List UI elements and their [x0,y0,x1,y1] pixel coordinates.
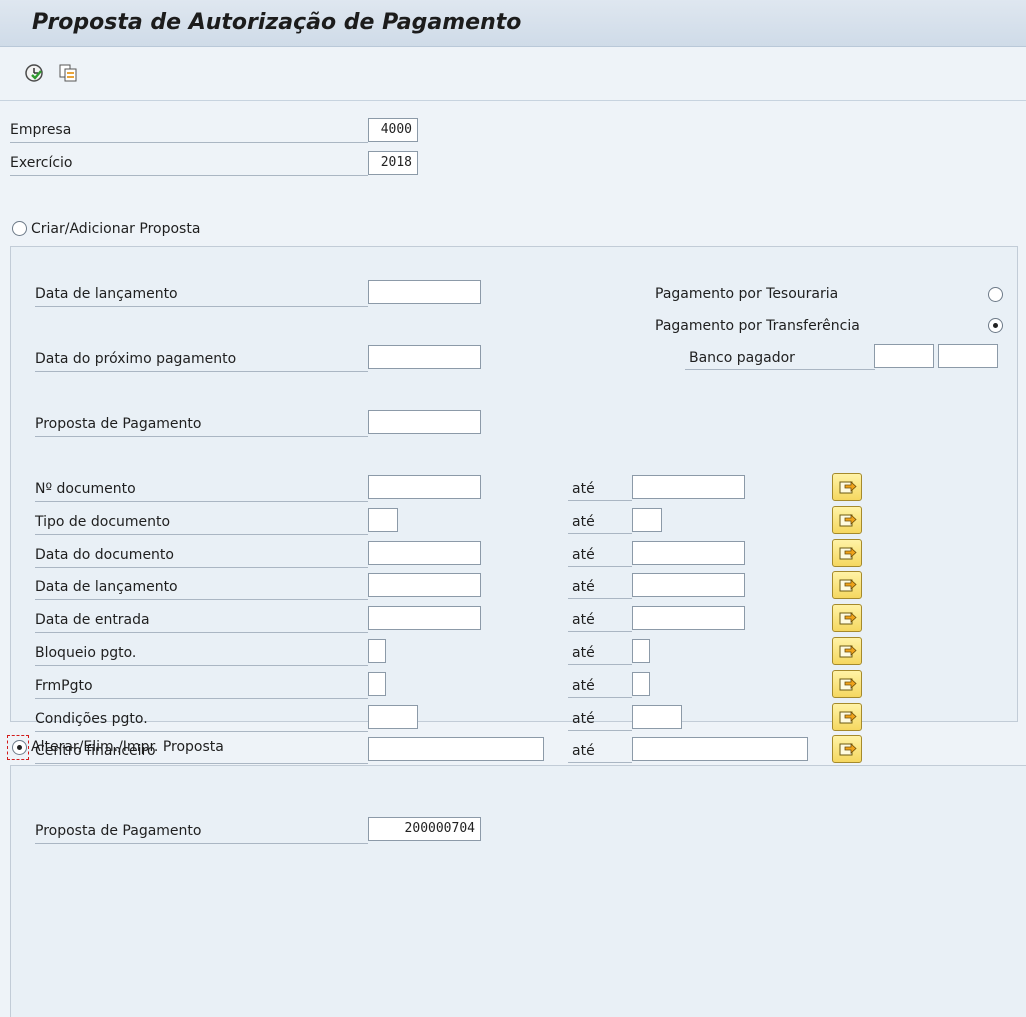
change-proposta-pagamento-label: Proposta de Pagamento [35,819,368,844]
row-ate-label-6: até [568,674,632,698]
empresa-field[interactable]: 4000 [368,118,418,142]
multiple-selection-button-0[interactable] [832,473,862,501]
multiple-selection-button-6[interactable] [832,670,862,698]
multiple-selection-button-8[interactable] [832,735,862,763]
row-ate-label-8: até [568,739,632,763]
multiple-selection-button-2[interactable] [832,539,862,567]
row-ate-label-3: até [568,575,632,599]
row-ate-label-2: até [568,543,632,567]
multiple-selection-button-3[interactable] [832,571,862,599]
row-from-field-3[interactable] [368,573,481,597]
row-to-field-2[interactable] [632,541,745,565]
toolbar [0,47,1026,101]
banco-pagador-field-2[interactable] [938,344,998,368]
execute-clock-icon[interactable] [24,63,44,83]
row-to-field-8[interactable] [632,737,808,761]
row-from-field-7[interactable] [368,705,418,729]
row-label-4: Data de entrada [35,608,368,633]
change-proposta-pagamento-field[interactable]: 200000704 [368,817,481,841]
row-label-3: Data de lançamento [35,575,368,600]
pagamento-transferencia-label: Pagamento por Transferência [655,318,860,334]
row-to-field-6[interactable] [632,672,650,696]
row-ate-label-0: até [568,477,632,501]
row-label-2: Data do documento [35,543,368,568]
data-proximo-pagamento-label: Data do próximo pagamento [35,347,368,372]
row-to-field-0[interactable] [632,475,745,499]
row-to-field-7[interactable] [632,705,682,729]
pagamento-tesouraria-label: Pagamento por Tesouraria [655,286,839,302]
row-label-1: Tipo de documento [35,510,368,535]
exercicio-field[interactable]: 2018 [368,151,418,175]
empresa-label: Empresa [10,118,368,143]
data-lancamento-label: Data de lançamento [35,282,368,307]
row-label-7: Condições pgto. [35,707,368,732]
exercicio-label: Exercício [10,151,368,176]
row-to-field-5[interactable] [632,639,650,663]
row-label-5: Bloqueio pgto. [35,641,368,666]
get-variant-icon[interactable] [58,63,78,83]
row-to-field-4[interactable] [632,606,745,630]
change-proposal-radio[interactable] [12,740,27,755]
row-ate-label-1: até [568,510,632,534]
multiple-selection-button-7[interactable] [832,703,862,731]
create-proposal-label: Criar/Adicionar Proposta [31,221,201,237]
proposta-pagamento-field[interactable] [368,410,481,434]
row-from-field-8[interactable] [368,737,544,761]
change-proposal-label: Alterar/Elim./Impr. Proposta [31,739,224,755]
banco-pagador-label: Banco pagador [685,346,875,370]
row-ate-label-7: até [568,707,632,731]
title-bar: Proposta de Autorização de Pagamento [0,0,1026,47]
proposta-pagamento-label: Proposta de Pagamento [35,412,368,437]
row-ate-label-4: até [568,608,632,632]
change-proposal-panel [10,765,1026,1017]
row-to-field-1[interactable] [632,508,662,532]
multiple-selection-button-1[interactable] [832,506,862,534]
row-from-field-5[interactable] [368,639,386,663]
row-ate-label-5: até [568,641,632,665]
pagamento-transferencia-radio[interactable] [988,318,1003,333]
row-label-0: Nº documento [35,477,368,502]
multiple-selection-button-4[interactable] [832,604,862,632]
data-lancamento-field[interactable] [368,280,481,304]
create-proposal-radio[interactable] [12,221,27,236]
row-to-field-3[interactable] [632,573,745,597]
page-title: Proposta de Autorização de Pagamento [32,10,522,35]
row-label-6: FrmPgto [35,674,368,699]
row-from-field-2[interactable] [368,541,481,565]
row-from-field-4[interactable] [368,606,481,630]
data-proximo-pagamento-field[interactable] [368,345,481,369]
row-from-field-6[interactable] [368,672,386,696]
banco-pagador-field-1[interactable] [874,344,934,368]
pagamento-tesouraria-radio[interactable] [988,287,1003,302]
row-from-field-0[interactable] [368,475,481,499]
row-from-field-1[interactable] [368,508,398,532]
multiple-selection-button-5[interactable] [832,637,862,665]
